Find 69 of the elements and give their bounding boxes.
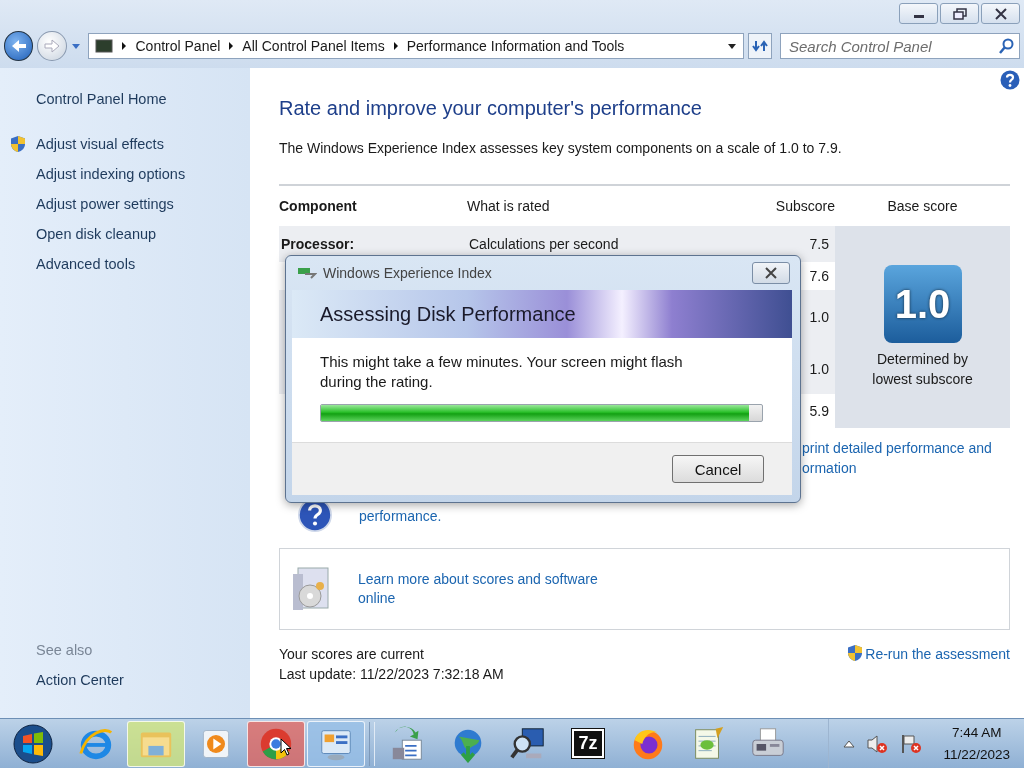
restore-icon <box>952 7 967 20</box>
table-cell: Calculations per second <box>469 236 619 252</box>
chevron-icon[interactable] <box>228 41 235 51</box>
arrow-right-icon <box>43 38 62 54</box>
clock[interactable]: 7:44 AM 11/22/2023 <box>933 721 1024 766</box>
base-score-badge: 1.0 <box>883 265 962 343</box>
chevron-icon[interactable] <box>392 41 399 51</box>
rating-icon <box>297 266 317 280</box>
sidebar-link[interactable]: Control Panel Home <box>36 91 167 107</box>
dialog-heading: Assessing Disk Performance <box>320 302 576 326</box>
close-icon <box>994 7 1007 20</box>
learn-more-link[interactable]: Learn more about scores and software online <box>358 570 618 608</box>
taskbar-button[interactable] <box>247 720 305 767</box>
description: The Windows Experience Index assesses key system components on a scale of 1.0 to 7.9. <box>279 139 843 158</box>
sidebar-link[interactable]: Adjust visual effects <box>36 136 164 152</box>
muted-speaker-icon[interactable] <box>865 732 890 755</box>
dialog-message: This might take a few minutes. Your screen might flash during the rating. <box>320 352 684 392</box>
software-box-icon <box>290 566 332 612</box>
subscore: 1.0 <box>809 361 829 377</box>
computer-icon <box>95 39 114 53</box>
sidebar-link[interactable]: Advanced tools <box>36 256 136 272</box>
column-header: What is rated <box>467 198 551 214</box>
cursor-icon <box>280 738 292 756</box>
search-icon[interactable] <box>999 38 1015 54</box>
sidebar-link[interactable]: Open disk cleanup <box>36 226 157 242</box>
restore-button[interactable] <box>940 3 979 24</box>
page-title: Rate and improve your computer's performance <box>279 96 703 120</box>
refresh-icon <box>752 39 769 53</box>
dropdown-arrow-icon[interactable] <box>727 42 738 50</box>
sidebar-link[interactable]: Adjust power settings <box>36 196 174 212</box>
flag-error-icon[interactable] <box>899 732 924 755</box>
column-header: Subscore <box>774 198 835 214</box>
back-button[interactable] <box>4 31 34 61</box>
search-field[interactable]: Search Control Panel <box>780 33 1020 59</box>
dialog-title: Windows Experience Index <box>323 265 492 281</box>
breadcrumb[interactable]: Control Panel <box>135 38 221 54</box>
subscore: 5.9 <box>809 403 829 419</box>
status-text: Your scores are current <box>279 645 425 664</box>
breadcrumb[interactable]: All Control Panel Items <box>242 38 385 54</box>
chevron-icon[interactable] <box>121 41 128 51</box>
last-update-text: Last update: 11/22/2023 7:32:18 AM <box>279 665 504 684</box>
breadcrumb[interactable]: Performance Information and Tools <box>406 38 625 54</box>
refresh-button[interactable] <box>748 33 772 59</box>
show-hidden-icons-icon[interactable] <box>843 738 856 749</box>
subscore: 7.6 <box>809 268 829 284</box>
cancel-button[interactable]: Cancel <box>672 455 764 483</box>
minimize-button[interactable] <box>899 3 938 24</box>
close-icon <box>765 267 777 279</box>
details-link[interactable]: print detailed performance and <box>802 438 1010 458</box>
minimize-icon <box>913 15 924 18</box>
shield-icon <box>847 644 864 662</box>
close-button[interactable] <box>981 3 1020 24</box>
see-also-heading: See also <box>35 641 94 660</box>
details-link[interactable]: ormation <box>802 458 1010 478</box>
table-cell: Processor: <box>281 236 355 252</box>
start-button[interactable] <box>12 722 54 765</box>
help-icon[interactable] <box>1000 70 1020 90</box>
subscore: 1.0 <box>809 309 829 325</box>
subscore: 7.5 <box>809 236 829 252</box>
base-score-caption: Determined by lowest subscore <box>871 350 974 389</box>
taskbar-button[interactable]: 7z <box>559 720 617 767</box>
rerun-link[interactable]: Re-run the assessment <box>865 644 1010 664</box>
close-button[interactable] <box>752 262 790 284</box>
sevenzip-icon: 7z <box>572 729 604 758</box>
sidebar-link[interactable]: Action Center <box>36 672 124 688</box>
sidebar-link[interactable]: Adjust indexing options <box>36 166 186 182</box>
column-header: Base score <box>886 198 959 214</box>
tips-link[interactable]: performance. <box>359 507 619 526</box>
column-header: Component <box>279 198 358 214</box>
